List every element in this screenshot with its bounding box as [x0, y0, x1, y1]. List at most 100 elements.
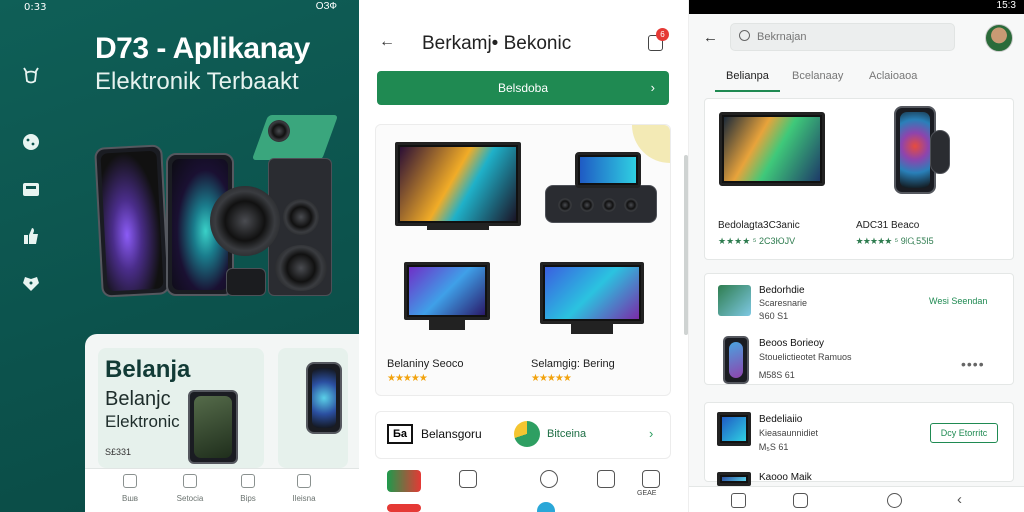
promo-card-line1: Belanjc: [105, 388, 171, 410]
promo-card-title: Belanja: [105, 356, 191, 383]
status-bar: 15:3: [689, 0, 1024, 14]
card-icon[interactable]: [642, 470, 660, 488]
nav-label: Ileisna: [292, 494, 316, 503]
nav-label: Вшв: [121, 494, 138, 503]
hero-subtitle: Elektronik Terbaakt: [95, 68, 299, 95]
bag-icon[interactable]: [597, 470, 615, 488]
home-icon: [123, 474, 137, 488]
status-time: 0:33: [24, 2, 47, 13]
thumb-icon[interactable]: [20, 225, 42, 247]
list-item-meta: Ꮇ₅S 61: [759, 442, 789, 452]
tablet-image[interactable]: [575, 152, 641, 188]
phone-image: [306, 362, 342, 434]
list-item-title[interactable]: Bedorhdie: [759, 285, 805, 296]
monitor-image[interactable]: [540, 262, 644, 324]
phone-image: [188, 390, 238, 464]
brand-logo-icon: [514, 421, 540, 447]
promo-panel: 0:33 ОЗФ D73 - Aplikanay Elektronik Terb…: [0, 0, 359, 512]
list-item-title[interactable]: Beoos Borieoy: [759, 338, 824, 349]
screen: 0:33 ОЗФ D73 - Aplikanay Elektronik Terb…: [0, 0, 1024, 512]
nav-list[interactable]: Bips: [223, 474, 273, 503]
search-panel: 15:3 ← Belianpa Bcelanaay Aclaioaoa Bedo…: [689, 0, 1024, 512]
box-icon[interactable]: [20, 178, 42, 200]
promo-card-price: S£331: [105, 447, 132, 457]
profile-icon: [297, 474, 311, 488]
cart-badge: 6: [656, 28, 669, 41]
list-item-subtitle: Kieasaunnidiet: [759, 428, 819, 438]
device-image: [226, 268, 266, 296]
see-more-link[interactable]: Wesi Seendan: [929, 296, 987, 306]
product-name[interactable]: ADC31 Beaco: [856, 220, 919, 231]
search-input[interactable]: [757, 29, 947, 45]
circle-icon[interactable]: [537, 502, 555, 512]
item-thumbnail: [723, 336, 749, 384]
primary-cta-button[interactable]: Belsdoba ›: [377, 71, 669, 105]
phone-icon[interactable]: [459, 470, 477, 488]
brand-secondary-label: Bitceina: [547, 428, 587, 440]
promo-card-line2: Elektronic: [105, 412, 180, 431]
brand-icon: Ба: [387, 424, 413, 444]
list-item-title[interactable]: Bedeliaiio: [759, 414, 802, 425]
item-thumbnail: [717, 412, 751, 446]
bottom-nav: ‹: [689, 486, 1024, 512]
tablet-image[interactable]: [719, 112, 825, 186]
search-bar[interactable]: [730, 23, 955, 51]
tag-icon[interactable]: [20, 272, 42, 294]
list-item-subtitle: Stouelictieotet Ramuos: [759, 352, 852, 362]
list-icon: [241, 474, 255, 488]
grid-icon[interactable]: [731, 493, 746, 508]
cta-label: Belsdoba: [497, 81, 549, 95]
watch-band-image: [930, 130, 950, 174]
chat-icon[interactable]: [540, 470, 558, 488]
product-rating: ★★★★★ ⁵ 9∣Ꮹ5ƼΙ5: [856, 236, 934, 246]
back-arrow-icon[interactable]: ←: [379, 33, 395, 51]
chevron-left-icon[interactable]: ‹: [957, 491, 962, 508]
product-rating: ★★★★ ⁵ 2C3ЮJV: [718, 236, 796, 246]
product-name[interactable]: Belaniny Seoco: [387, 358, 463, 370]
avatar[interactable]: [985, 24, 1013, 52]
tv-image[interactable]: [395, 142, 521, 226]
product-name[interactable]: Bedolagta3C3anic: [718, 220, 800, 231]
nav-label: Setocia: [176, 494, 204, 503]
brand-label: Belansgoru: [421, 427, 482, 441]
list-item-meta: Ꮥ60 S1: [759, 311, 789, 321]
scroll-indicator[interactable]: [684, 155, 688, 335]
camera-image: [268, 120, 290, 142]
chat-icon[interactable]: [793, 493, 808, 508]
list-item-subtitle: Scaresnarie: [759, 298, 808, 308]
more-options-icon[interactable]: ••••: [961, 356, 985, 372]
chevron-right-icon[interactable]: ›: [649, 426, 653, 441]
deer-icon[interactable]: [20, 64, 42, 86]
flag-icon[interactable]: [387, 470, 421, 492]
page-title: Berkamj• Bekonic: [422, 33, 572, 54]
search-icon: [739, 30, 750, 41]
list-item-meta: Ꮇ58S 61: [759, 370, 795, 380]
soundbar-image[interactable]: [545, 185, 657, 223]
item-thumbnail: [717, 472, 751, 486]
tab-0[interactable]: Belianpa: [726, 70, 769, 82]
nav-label: Bips: [240, 494, 256, 503]
rating-stars: ★★★★★: [531, 373, 572, 384]
back-arrow-icon[interactable]: ←: [703, 29, 718, 46]
category-icon: [183, 474, 197, 488]
shortcut-row: GEAE: [375, 462, 671, 512]
cookie-icon[interactable]: [20, 131, 42, 153]
wishlist-icon[interactable]: [887, 493, 902, 508]
nav-home[interactable]: Вшв: [105, 474, 155, 503]
outline-action-button[interactable]: Dcy Etorritc: [930, 423, 998, 443]
chevron-right-icon: ›: [650, 80, 655, 95]
status-icons: ОЗФ: [315, 1, 337, 12]
tab-2[interactable]: Aclaioaoa: [869, 70, 917, 82]
phone-image: [94, 144, 170, 298]
product-name[interactable]: Selamgig: Bering: [531, 358, 615, 370]
subwoofer-image: [210, 186, 280, 256]
status-time: 15:3: [996, 0, 1016, 11]
nav-category[interactable]: Setocia: [165, 474, 215, 503]
shortcut-label: GEAE: [637, 490, 657, 497]
nav-profile[interactable]: Ileisna: [279, 474, 329, 503]
rating-stars: ★★★★★: [387, 373, 428, 384]
tab-1[interactable]: Bcelanaay: [792, 70, 843, 82]
list-item-title[interactable]: Kaooo Maik: [759, 472, 812, 483]
monitor-image[interactable]: [404, 262, 490, 320]
promo-icon[interactable]: [387, 504, 421, 512]
